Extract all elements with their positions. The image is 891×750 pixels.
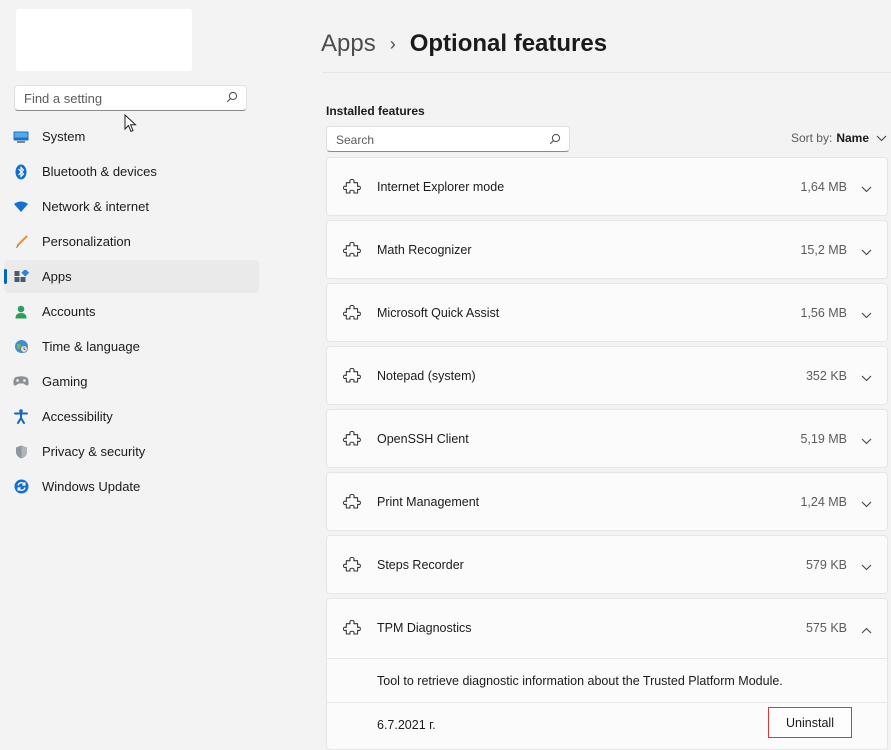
feature-description: Tool to retrieve diagnostic information … (377, 674, 783, 688)
search-icon (549, 133, 561, 148)
find-setting-input[interactable]: Find a setting (14, 85, 247, 111)
feature-size: 1,24 MB (800, 495, 847, 509)
puzzle-piece-icon (342, 304, 361, 325)
apps-icon (13, 269, 29, 285)
breadcrumb-apps-link[interactable]: Apps (321, 30, 376, 58)
chevron-down-icon[interactable] (861, 560, 872, 574)
monitor-icon (13, 129, 29, 145)
accessibility-icon (13, 409, 29, 425)
feature-row-steps-recorder[interactable]: Steps Recorder 579 KB (326, 535, 888, 594)
header-divider (322, 72, 891, 73)
feature-name: Math Recognizer (377, 243, 472, 257)
bluetooth-icon (13, 164, 29, 180)
sidebar-item-label: Apps (42, 269, 72, 284)
puzzle-piece-icon (342, 367, 361, 388)
breadcrumb-separator: › (389, 33, 396, 54)
sidebar-item-label: Accounts (42, 304, 96, 319)
chevron-down-icon[interactable] (861, 308, 872, 322)
feature-name: OpenSSH Client (377, 432, 469, 446)
feature-name: Steps Recorder (377, 558, 464, 572)
feature-size: 352 KB (805, 369, 847, 383)
sidebar-item-accounts[interactable]: Accounts (4, 295, 259, 328)
feature-row-tpm-diagnostics[interactable]: TPM Diagnostics 575 KB (327, 599, 887, 658)
sidebar-item-label: Time & language (42, 339, 140, 354)
chevron-down-icon[interactable] (861, 497, 872, 511)
sidebar-item-label: Accessibility (42, 409, 113, 424)
divider (327, 658, 887, 659)
feature-row-internet-explorer-mode[interactable]: Internet Explorer mode 1,64 MB (326, 157, 888, 216)
brush-icon (13, 234, 29, 250)
installed-features-heading: Installed features (326, 104, 425, 118)
feature-name: Print Management (377, 495, 480, 509)
feature-size: 5,19 MB (800, 432, 847, 446)
feature-search-placeholder: Search (336, 133, 375, 147)
sidebar-item-label: System (42, 129, 86, 144)
sort-label: Sort by: (790, 131, 833, 145)
feature-row-print-management[interactable]: Print Management 1,24 MB (326, 472, 888, 531)
feature-row-microsoft-quick-assist[interactable]: Microsoft Quick Assist 1,56 MB (326, 283, 888, 342)
settings-nav: System Bluetooth & devices Network & int… (4, 120, 259, 505)
wifi-icon (13, 199, 29, 215)
sidebar-item-label: Network & internet (42, 199, 149, 214)
sidebar-item-network[interactable]: Network & internet (4, 190, 259, 223)
feature-name: Microsoft Quick Assist (377, 306, 500, 320)
sidebar-item-system[interactable]: System (4, 120, 259, 153)
sidebar-item-apps[interactable]: Apps (4, 260, 259, 293)
update-icon (13, 479, 29, 495)
sidebar: Find a setting System Bluetooth & device… (0, 0, 270, 750)
chevron-down-icon (876, 131, 887, 145)
sort-value: Name (836, 131, 869, 145)
feature-size: 15,2 MB (800, 243, 847, 257)
sidebar-item-gaming[interactable]: Gaming (4, 365, 259, 398)
sidebar-item-label: Windows Update (42, 479, 141, 494)
feature-row-openssh-client[interactable]: OpenSSH Client 5,19 MB (326, 409, 888, 468)
sort-dropdown[interactable]: Sort by: Name (791, 131, 887, 145)
sidebar-item-label: Personalization (42, 234, 131, 249)
feature-size: 575 KB (805, 621, 847, 635)
feature-size: 1,64 MB (800, 180, 847, 194)
puzzle-piece-icon (342, 493, 361, 514)
puzzle-piece-icon (342, 430, 361, 451)
sidebar-item-privacy-security[interactable]: Privacy & security (4, 435, 259, 468)
feature-install-date: 6.7.2021 г. (377, 718, 436, 732)
chevron-up-icon[interactable] (861, 623, 872, 637)
puzzle-piece-icon (342, 556, 361, 577)
sidebar-item-label: Privacy & security (42, 444, 146, 459)
feature-name: Notepad (system) (377, 369, 476, 383)
sidebar-item-accessibility[interactable]: Accessibility (4, 400, 259, 433)
feature-search-input[interactable]: Search (326, 126, 570, 152)
sidebar-item-personalization[interactable]: Personalization (4, 225, 259, 258)
account-card[interactable] (16, 9, 192, 71)
gamepad-icon (13, 374, 29, 390)
chevron-down-icon[interactable] (861, 434, 872, 448)
sidebar-item-time-language[interactable]: Time & language (4, 330, 259, 363)
feature-size: 579 KB (805, 558, 847, 572)
uninstall-button[interactable]: Uninstall (768, 707, 852, 738)
sidebar-item-windows-update[interactable]: Windows Update (4, 470, 259, 503)
feature-row-notepad-system[interactable]: Notepad (system) 352 KB (326, 346, 888, 405)
sidebar-item-label: Bluetooth & devices (42, 164, 157, 179)
installed-features-list: Internet Explorer mode 1,64 MB Math Reco… (326, 157, 888, 750)
puzzle-piece-icon (342, 241, 361, 262)
divider (327, 702, 887, 703)
page-title: Optional features (409, 30, 608, 57)
find-setting-placeholder: Find a setting (24, 91, 103, 106)
person-icon (13, 304, 29, 320)
chevron-down-icon[interactable] (861, 371, 872, 385)
breadcrumb: Apps › Optional features (321, 30, 607, 58)
feature-row-math-recognizer[interactable]: Math Recognizer 15,2 MB (326, 220, 888, 279)
puzzle-piece-icon (342, 178, 361, 199)
feature-name: Internet Explorer mode (377, 180, 505, 194)
chevron-down-icon[interactable] (861, 182, 872, 196)
shield-icon (13, 444, 29, 460)
feature-size: 1,56 MB (800, 306, 847, 320)
search-icon (226, 91, 238, 106)
sidebar-item-label: Gaming (42, 374, 88, 389)
puzzle-piece-icon (342, 619, 361, 640)
sidebar-item-bluetooth[interactable]: Bluetooth & devices (4, 155, 259, 188)
globe-clock-icon (13, 339, 29, 355)
feature-name: TPM Diagnostics (377, 621, 472, 635)
chevron-down-icon[interactable] (861, 245, 872, 259)
